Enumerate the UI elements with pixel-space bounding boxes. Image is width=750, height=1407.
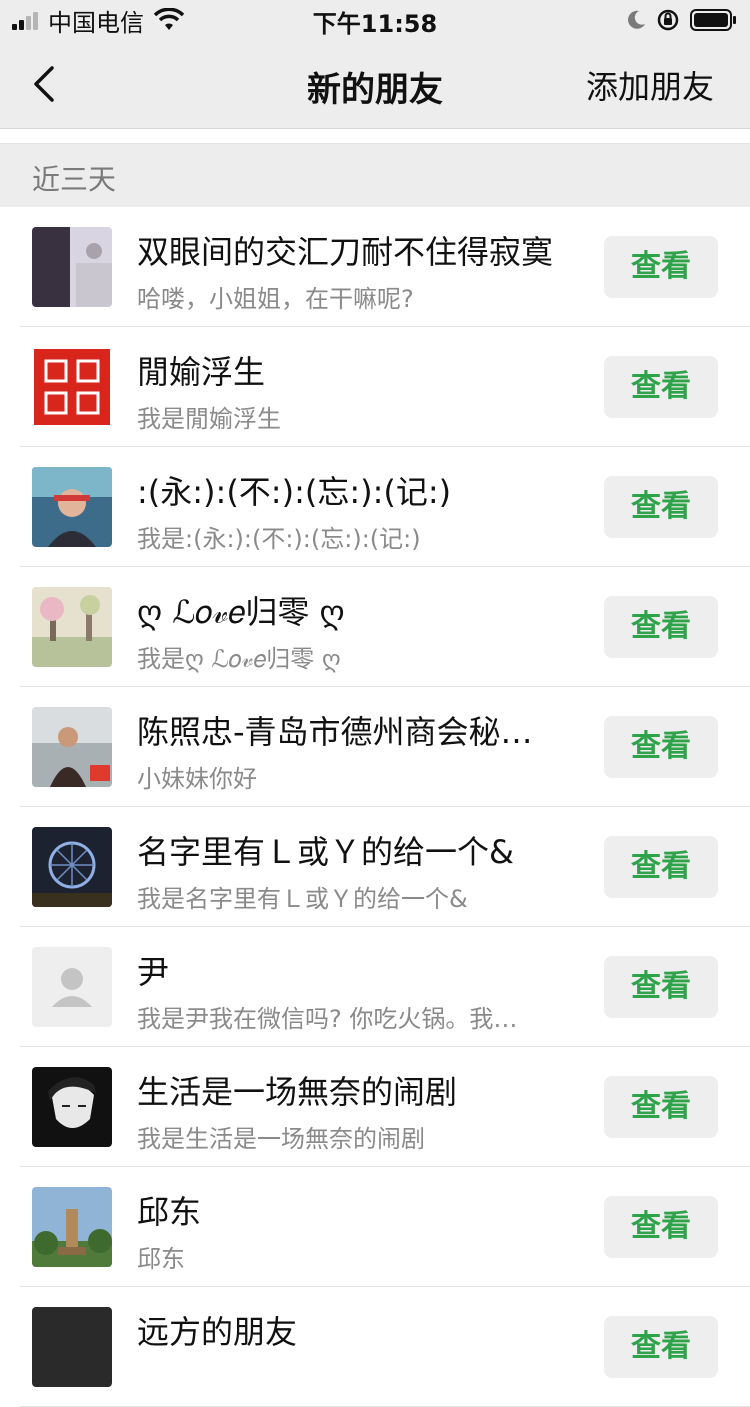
contact-name: :(永:):(不:):(忘:):(记:) [137,473,452,511]
avatar[interactable] [32,467,112,547]
avatar[interactable] [32,227,112,307]
request-message: 我是:(永:):(不:):(忘:):(记:) [137,525,421,553]
default-avatar-icon[interactable] [32,947,112,1027]
orientation-lock-icon [657,9,679,31]
request-message: 邱东 [137,1245,185,1273]
list-item[interactable]: :(永:):(不:):(忘:):(记:) 我是:(永:):(不:):(忘:):(… [0,447,750,567]
contact-name: 陈照忠-青岛市德州商会秘… [137,713,533,751]
request-message: 我是ღ ℒ𝑜𝓋𝑒归零 ღ [137,645,341,673]
add-friend-button[interactable]: 添加朋友 [586,62,714,108]
section-header: 近三天 [0,143,750,208]
view-button[interactable]: 查看 [604,356,718,418]
contact-name: ღ ℒ𝑜𝓋𝑒归零 ღ [137,593,345,631]
avatar[interactable] [32,827,112,907]
view-button[interactable]: 查看 [604,476,718,538]
contact-name: 名字里有Ｌ或Ｙ的给一个& [137,833,514,871]
view-button[interactable]: 查看 [604,236,718,298]
request-message: 我是閒媮浮生 [137,405,281,433]
view-button[interactable]: 查看 [604,716,718,778]
request-message: 我是尹我在微信吗? 你吃火锅。我… [137,1005,518,1033]
list-item[interactable]: 陈照忠-青岛市德州商会秘… 小妹妹你好 查看 [0,687,750,807]
avatar[interactable] [32,347,112,427]
request-message: 我是生活是一场無奈的闹剧 [137,1125,425,1153]
battery-icon [690,9,736,31]
contact-name: 双眼间的交汇刀耐不住得寂寞 [137,233,554,271]
view-button[interactable]: 查看 [604,836,718,898]
nav-bar: 新的朋友 添加朋友 [0,40,750,129]
view-button[interactable]: 查看 [604,1076,718,1138]
list-item[interactable]: ღ ℒ𝑜𝓋𝑒归零 ღ 我是ღ ℒ𝑜𝓋𝑒归零 ღ 查看 [0,567,750,687]
list-item[interactable]: 远方的朋友 查看 [0,1287,750,1407]
list-item[interactable]: 邱东 邱东 查看 [0,1167,750,1287]
status-bar: 中国电信 下午11:58 [0,0,750,40]
avatar[interactable] [32,1307,112,1387]
view-button[interactable]: 查看 [604,1316,718,1378]
view-button[interactable]: 查看 [604,596,718,658]
list-item[interactable]: 双眼间的交汇刀耐不住得寂寞 哈喽，小姐姐，在干嘛呢? 查看 [0,207,750,327]
request-message: 哈喽，小姐姐，在干嘛呢? [137,285,414,313]
contact-name: 邱东 [137,1193,202,1231]
friend-request-list: 双眼间的交汇刀耐不住得寂寞 哈喽，小姐姐，在干嘛呢? 查看 閒媮浮生 我是閒媮浮… [0,207,750,1407]
view-button[interactable]: 查看 [604,956,718,1018]
request-message: 我是名字里有Ｌ或Ｙ的给一个& [137,885,468,913]
avatar[interactable] [32,1187,112,1267]
request-message: 小妹妹你好 [137,765,257,793]
view-button[interactable]: 查看 [604,1196,718,1258]
contact-name: 生活是一场無奈的闹剧 [137,1073,458,1111]
list-item[interactable]: 名字里有Ｌ或Ｙ的给一个& 我是名字里有Ｌ或Ｙ的给一个& 查看 [0,807,750,927]
avatar[interactable] [32,1067,112,1147]
contact-name: 远方的朋友 [137,1313,298,1351]
contact-name: 閒媮浮生 [137,353,266,391]
avatar[interactable] [32,587,112,667]
list-item[interactable]: 尹 我是尹我在微信吗? 你吃火锅。我… 查看 [0,927,750,1047]
moon-icon [628,10,645,29]
contact-name: 尹 [137,953,170,991]
section-header-label: 近三天 [32,163,117,196]
avatar[interactable] [32,707,112,787]
spacer [0,129,750,143]
list-item[interactable]: 閒媮浮生 我是閒媮浮生 查看 [0,327,750,447]
list-item[interactable]: 生活是一场無奈的闹剧 我是生活是一场無奈的闹剧 查看 [0,1047,750,1167]
